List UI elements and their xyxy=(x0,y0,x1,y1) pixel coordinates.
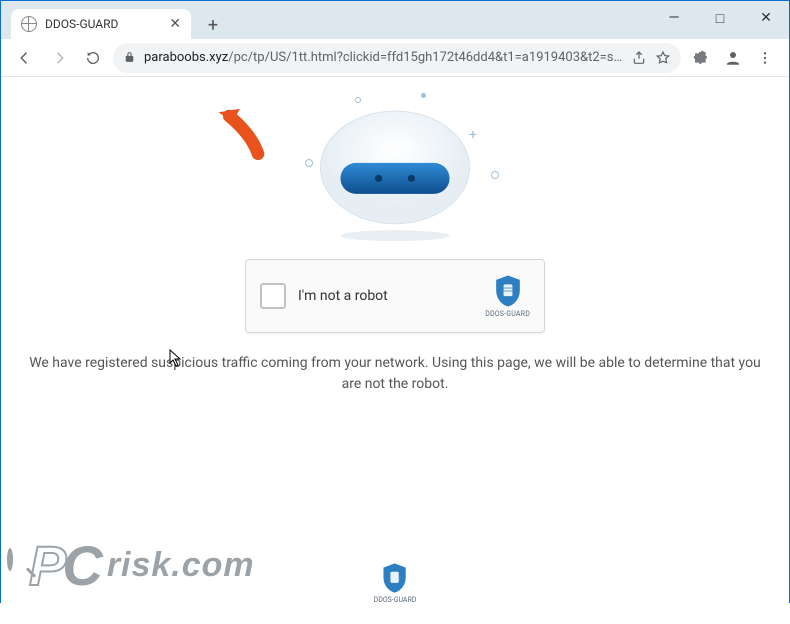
captcha-label: I'm not a robot xyxy=(298,288,473,304)
deco-circle-icon xyxy=(305,159,313,167)
minimize-button[interactable]: — xyxy=(651,1,697,35)
watermark: P C risk.com xyxy=(7,533,255,598)
guard-badge: DDOS-GUARD xyxy=(485,274,530,318)
footer-guard-badge: DDOS-GUARD xyxy=(374,562,417,604)
window-controls: — □ ✕ xyxy=(651,1,789,35)
maximize-button[interactable]: □ xyxy=(697,1,743,35)
guard-badge-text: DDOS-GUARD xyxy=(485,310,530,318)
back-button[interactable] xyxy=(11,44,39,72)
arrow-left-icon xyxy=(16,49,34,67)
new-tab-button[interactable]: + xyxy=(199,11,227,39)
magnifier-icon xyxy=(7,551,37,581)
deco-circle-icon xyxy=(355,97,361,103)
arrow-right-icon xyxy=(50,49,68,67)
toolbar-right xyxy=(687,44,779,72)
watermark-text: risk.com xyxy=(107,546,255,585)
profile-button[interactable] xyxy=(719,44,747,72)
mouse-cursor-icon xyxy=(169,349,183,371)
watermark-letter-c: C xyxy=(62,533,102,598)
reload-icon xyxy=(85,50,101,66)
forward-button[interactable] xyxy=(45,44,73,72)
robot-illustration: + xyxy=(265,97,525,247)
globe-icon xyxy=(21,16,37,32)
url-domain: paraboobs.xyz xyxy=(144,50,228,65)
address-bar[interactable]: paraboobs.xyz/pc/tp/US/1tt.html?clickid=… xyxy=(113,43,681,73)
tab-title: DDOS-GUARD xyxy=(45,17,118,31)
reload-button[interactable] xyxy=(79,44,107,72)
captcha-box: I'm not a robot DDOS-GUARD xyxy=(245,259,545,333)
browser-window: DDOS-GUARD ✕ + — □ ✕ paraboobs.xyz/pc/tp… xyxy=(0,0,790,603)
menu-button[interactable] xyxy=(751,44,779,72)
browser-tab[interactable]: DDOS-GUARD ✕ xyxy=(11,9,191,39)
puzzle-icon xyxy=(693,50,709,66)
shield-icon xyxy=(493,274,523,308)
toolbar: paraboobs.xyz/pc/tp/US/1tt.html?clickid=… xyxy=(1,39,789,77)
deco-plus-icon: + xyxy=(469,127,477,143)
robot-head-icon xyxy=(295,97,495,247)
lock-icon xyxy=(123,51,136,64)
kebab-icon xyxy=(757,50,773,66)
notice-text: We have registered suspicious traffic co… xyxy=(1,353,789,395)
share-icon[interactable] xyxy=(631,50,647,66)
shield-icon xyxy=(381,562,409,594)
deco-dot-icon xyxy=(421,93,426,98)
url-text: paraboobs.xyz/pc/tp/US/1tt.html?clickid=… xyxy=(144,50,623,65)
captcha-checkbox[interactable] xyxy=(260,283,286,309)
star-icon[interactable] xyxy=(655,50,671,66)
extensions-button[interactable] xyxy=(687,44,715,72)
url-path: /pc/tp/US/1tt.html?clickid=ffd15gh172t46… xyxy=(228,50,623,65)
titlebar: DDOS-GUARD ✕ + — □ ✕ xyxy=(1,1,789,39)
annotation-arrow-icon xyxy=(213,107,267,161)
close-tab-icon[interactable]: ✕ xyxy=(169,16,181,32)
profile-icon xyxy=(724,49,742,67)
close-window-button[interactable]: ✕ xyxy=(743,1,789,35)
deco-circle-icon xyxy=(491,171,499,179)
